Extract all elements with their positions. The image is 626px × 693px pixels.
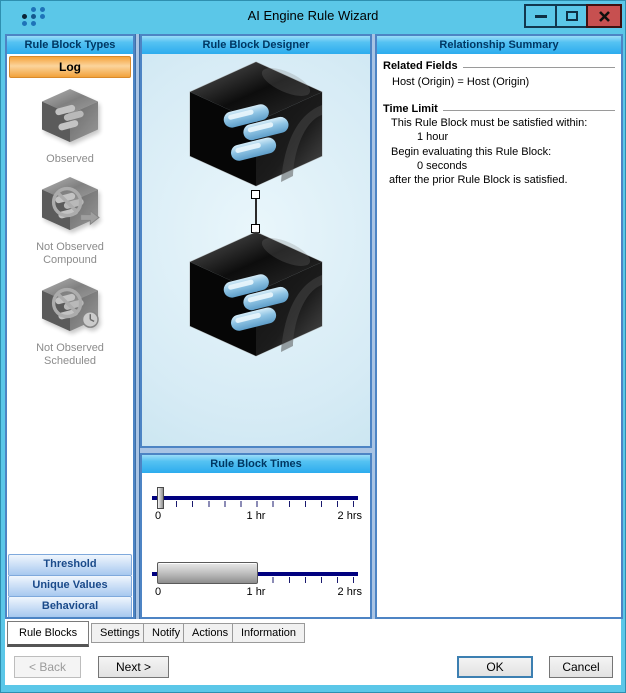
rule-block-cube-icon [181,60,331,188]
slider1-label-0: 0 [155,510,161,522]
tab-rule-blocks[interactable]: Rule Blocks [7,621,89,647]
threshold-category-button[interactable]: Threshold [8,554,132,575]
close-icon [598,10,611,23]
time-limit-value: 1 hour [383,131,615,144]
behavioral-category-button[interactable]: Behavioral [8,596,132,617]
title-bar[interactable]: AI Engine Rule Wizard [1,1,625,31]
slider1-label-2hrs: 2 hrs [338,510,362,522]
time-limit-line: after the prior Rule Block is satisfied. [383,174,615,187]
time-limit-value: 0 seconds [383,160,615,173]
type-label-not-observed-scheduled: Not Observed Scheduled [7,342,133,368]
section-divider [463,67,615,68]
rule-block-designer-panel: Rule Block Designer [140,34,372,448]
rule-block-node-2[interactable] [181,230,331,363]
ok-button[interactable]: OK [457,656,533,678]
rule-block-times-panel: Rule Block Times 0 1 hr 2 hrs 0 1 hr 2 h… [140,453,372,619]
tab-information[interactable]: Information [232,623,305,643]
designer-canvas [142,54,370,448]
times-body: 0 1 hr 2 hrs 0 1 hr 2 hrs [142,473,370,619]
rule-block-times-header: Rule Block Times [142,455,370,473]
ai-engine-rule-wizard-window: AI Engine Rule Wizard Rule Block Types L… [0,0,626,693]
slider2-label-0: 0 [155,586,161,598]
type-label-not-observed-compound: Not Observed Compound [7,241,133,267]
rule-block-types-panel: Rule Block Types Log Observed [5,34,135,619]
evaluation-slider-range-bar[interactable] [157,562,258,584]
time-limit-slider-thumb[interactable] [157,487,164,509]
log-type-button[interactable]: Log [9,56,131,78]
rule-block-cube-icon [181,230,331,358]
maximize-icon [566,11,578,21]
next-button[interactable]: Next > [98,656,169,678]
summary-body: Related Fields Host (Origin) = Host (Ori… [377,54,621,187]
back-button[interactable]: < Back [14,656,81,678]
close-button[interactable] [586,4,622,28]
time-limit-title: Time Limit [383,103,438,115]
time-limit-slider-ticks [160,501,354,507]
slider2-label-2hrs: 2 hrs [338,586,362,598]
related-fields-title: Related Fields [383,60,458,72]
type-item-not-observed-scheduled[interactable]: Not Observed Scheduled [7,277,133,368]
type-item-not-observed-compound[interactable]: Not Observed Compound [7,176,133,267]
time-limit-slider-track[interactable] [152,496,358,500]
not-observed-compound-icon [38,176,102,232]
time-limit-line: Begin evaluating this Rule Block: [383,146,615,159]
tab-settings[interactable]: Settings [91,623,149,643]
minimize-button[interactable] [524,4,557,28]
section-divider [443,110,615,111]
type-item-observed[interactable]: Observed [7,88,133,166]
rule-block-types-header: Rule Block Types [7,36,133,54]
unique-values-category-button[interactable]: Unique Values [8,575,132,596]
slider2-label-1hr: 1 hr [247,586,266,598]
connector-handle-top[interactable] [251,190,260,199]
observed-cube-icon [38,88,102,144]
cancel-button[interactable]: Cancel [549,656,613,678]
minimize-icon [535,15,547,18]
relationship-summary-header: Relationship Summary [377,36,621,54]
maximize-button[interactable] [555,4,588,28]
rule-block-node-1[interactable] [181,60,331,193]
tab-actions[interactable]: Actions [183,623,237,643]
related-fields-value: Host (Origin) = Host (Origin) [383,75,615,89]
time-limit-line: This Rule Block must be satisfied within… [383,117,615,130]
slider1-label-1hr: 1 hr [247,510,266,522]
bottom-strip: Rule Blocks Settings Notify Actions Info… [5,619,621,685]
relationship-summary-panel: Relationship Summary Related Fields Host… [375,34,623,619]
type-label-observed: Observed [7,153,133,166]
not-observed-scheduled-icon [38,277,102,333]
rule-block-designer-header: Rule Block Designer [142,36,370,54]
